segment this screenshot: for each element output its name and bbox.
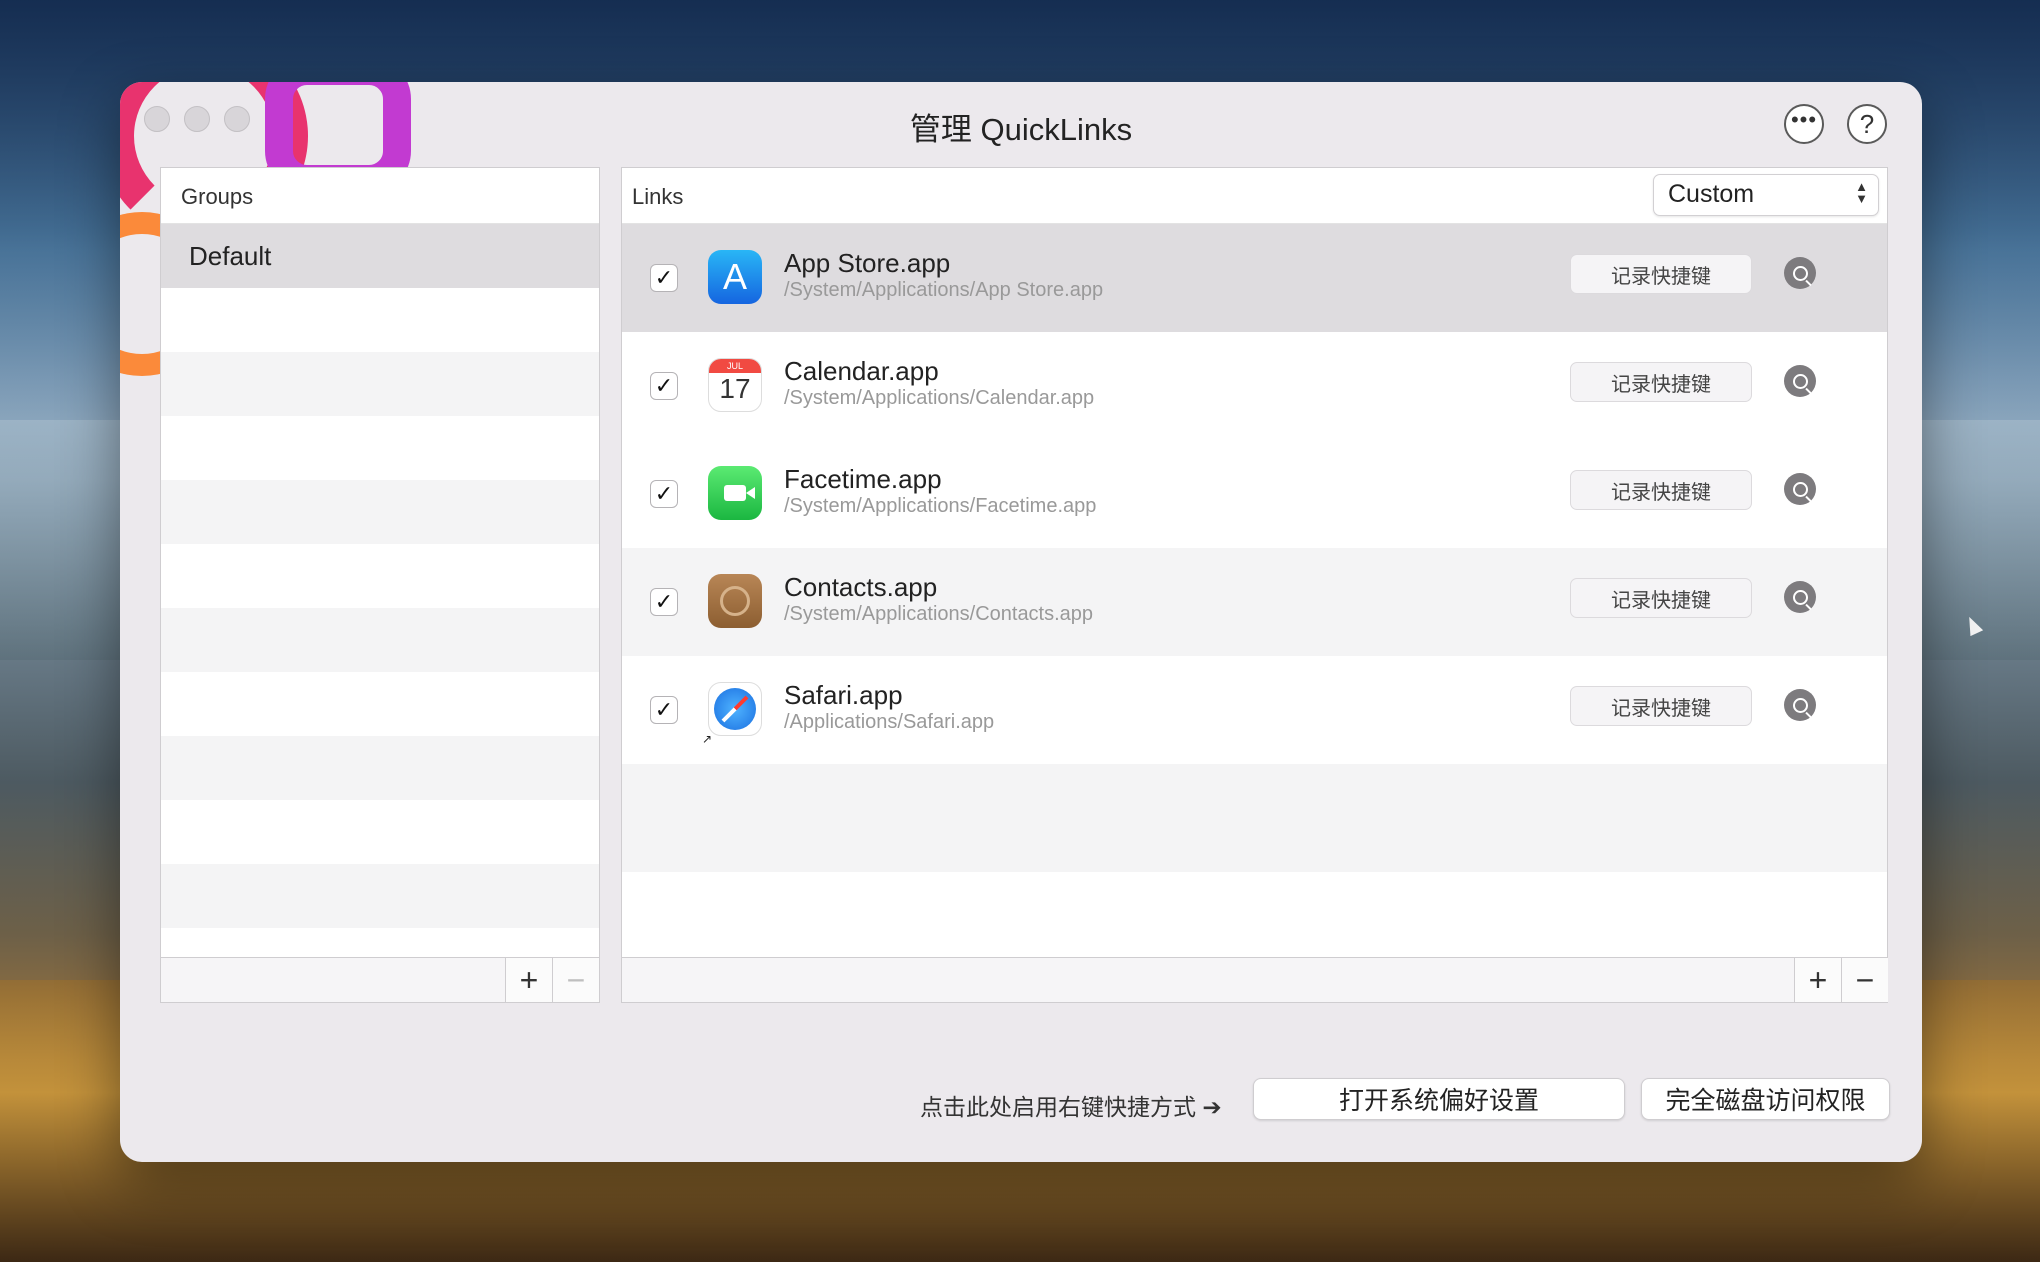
record-shortcut-button[interactable]: 记录快捷键 — [1570, 578, 1752, 618]
more-options-button[interactable]: ••• — [1784, 104, 1824, 144]
link-app-path: /System/Applications/Facetime.app — [784, 495, 1097, 517]
full-disk-access-button[interactable]: 完全磁盘访问权限 — [1641, 1078, 1890, 1120]
group-empty-row — [161, 800, 599, 864]
remove-link-button[interactable]: − — [1841, 958, 1888, 1002]
link-app-name: App Store.app — [784, 248, 951, 278]
reveal-in-finder-button[interactable] — [1784, 581, 1816, 613]
open-system-preferences-button[interactable]: 打开系统偏好设置 — [1253, 1078, 1625, 1120]
groups-footer: + − — [161, 957, 599, 1002]
safari-icon — [708, 682, 762, 736]
sort-order-select[interactable]: Custom ▲ ▼ — [1653, 174, 1879, 216]
record-shortcut-button[interactable]: 记录快捷键 — [1570, 362, 1752, 402]
link-enabled-checkbox[interactable]: ✓ — [650, 372, 678, 400]
group-empty-row — [161, 416, 599, 480]
link-app-path: /System/Applications/Calendar.app — [784, 387, 1095, 409]
link-app-name: Safari.app — [784, 680, 903, 710]
group-empty-row — [161, 544, 599, 608]
group-empty-row — [161, 672, 599, 736]
link-enabled-checkbox[interactable]: ✓ — [650, 480, 678, 508]
record-shortcut-button[interactable]: 记录快捷键 — [1570, 254, 1752, 294]
reveal-in-finder-button[interactable] — [1784, 689, 1816, 721]
link-app-name: Calendar.app — [784, 356, 939, 386]
link-app-name: Facetime.app — [784, 464, 942, 494]
link-app-name: Contacts.app — [784, 572, 938, 602]
groups-panel: Groups Default + − — [160, 167, 600, 1003]
links-footer: + − — [622, 957, 1888, 1002]
link-row-app-store[interactable]: ✓ A App Store.app /System/Applications/A… — [622, 224, 1887, 332]
link-app-path: /Applications/Safari.app — [784, 711, 995, 733]
record-shortcut-button[interactable]: 记录快捷键 — [1570, 470, 1752, 510]
magnifier-icon — [1792, 265, 1808, 281]
calendar-icon-day: 17 — [719, 373, 751, 404]
alias-arrow-icon: ↗ — [702, 732, 713, 746]
magnifier-icon — [1792, 481, 1808, 497]
link-row-calendar[interactable]: ✓ JUL 17 Calendar.app /System/Applicatio… — [622, 332, 1887, 440]
group-item-label: Default — [189, 241, 272, 271]
link-empty-row — [622, 764, 1887, 872]
sort-order-value: Custom — [1668, 180, 1755, 208]
links-header: Links Custom ▲ ▼ — [622, 168, 1887, 224]
reveal-in-finder-button[interactable] — [1784, 365, 1816, 397]
quicklinks-window: 管理 QuickLinks ••• ? Groups Default + − L… — [120, 82, 1922, 1162]
magnifier-icon — [1792, 697, 1808, 713]
group-empty-row — [161, 352, 599, 416]
reveal-in-finder-button[interactable] — [1784, 257, 1816, 289]
window-title: 管理 QuickLinks — [909, 112, 1133, 147]
help-button[interactable]: ? — [1847, 104, 1887, 144]
group-empty-row — [161, 480, 599, 544]
link-row-contacts[interactable]: ✓ Contacts.app /System/Applications/Cont… — [622, 548, 1887, 656]
add-link-button[interactable]: + — [1794, 958, 1841, 1002]
record-shortcut-button[interactable]: 记录快捷键 — [1570, 686, 1752, 726]
contacts-icon — [708, 574, 762, 628]
link-row-facetime[interactable]: ✓ Facetime.app /System/Applications/Face… — [622, 440, 1887, 548]
magnifier-icon — [1792, 589, 1808, 605]
group-empty-row — [161, 288, 599, 352]
facetime-icon — [708, 466, 762, 520]
calendar-icon: JUL 17 — [708, 358, 762, 412]
link-enabled-checkbox[interactable]: ✓ — [650, 696, 678, 724]
group-empty-row — [161, 736, 599, 800]
reveal-in-finder-button[interactable] — [1784, 473, 1816, 505]
link-row-safari[interactable]: ✓ ↗ Safari.app /Applications/Safari.app … — [622, 656, 1887, 764]
group-item-default[interactable]: Default — [161, 224, 599, 288]
calendar-icon-month: JUL — [709, 359, 761, 373]
link-enabled-checkbox[interactable]: ✓ — [650, 588, 678, 616]
ellipsis-icon: ••• — [1790, 107, 1818, 132]
app-store-icon: A — [708, 250, 762, 304]
help-label: ? — [1859, 108, 1875, 139]
group-empty-row — [161, 864, 599, 928]
links-panel: Links Custom ▲ ▼ ✓ A App Store.app /Syste… — [621, 167, 1888, 1003]
chevron-up-down-icon: ▲ ▼ — [1855, 179, 1868, 206]
context-menu-hint[interactable]: 点击此处启用右键快捷方式 ➔ — [920, 1088, 1222, 1122]
add-group-button[interactable]: + — [505, 958, 552, 1002]
links-header-label: Links — [632, 184, 684, 209]
magnifier-icon — [1792, 373, 1808, 389]
link-enabled-checkbox[interactable]: ✓ — [650, 264, 678, 292]
groups-header: Groups — [161, 168, 599, 224]
link-app-path: /System/Applications/App Store.app — [784, 279, 1104, 301]
link-app-path: /System/Applications/Contacts.app — [784, 603, 1094, 625]
groups-header-label: Groups — [181, 184, 254, 209]
remove-group-button[interactable]: − — [552, 958, 599, 1002]
group-empty-row — [161, 608, 599, 672]
